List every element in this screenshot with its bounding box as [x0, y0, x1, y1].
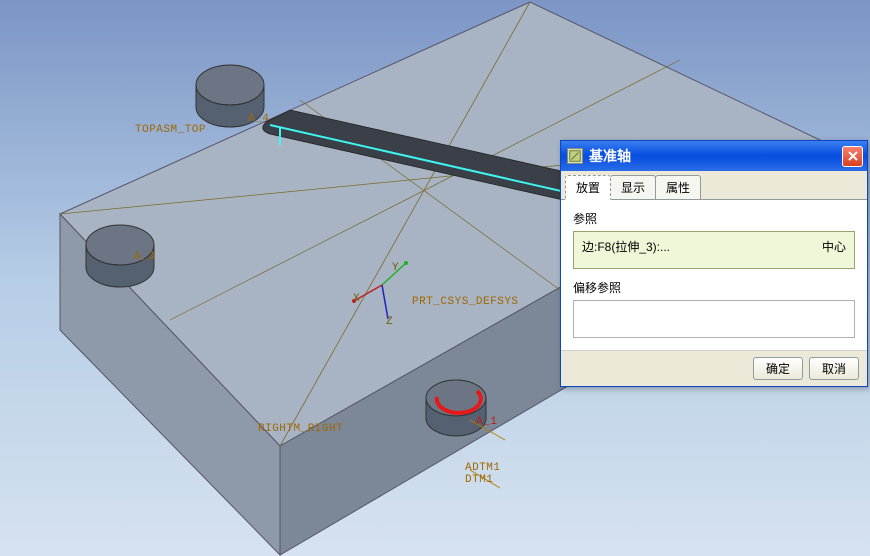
- axis-y-label: Y: [392, 262, 399, 274]
- axis-z-label: Z: [386, 316, 393, 328]
- reference-label: 参照: [573, 210, 855, 227]
- tab-display[interactable]: 显示: [610, 175, 656, 199]
- dialog-body: 参照 边:F8(拉伸_3):... 中心 偏移参照: [561, 200, 867, 350]
- close-icon: [847, 150, 859, 162]
- label-top: TOPASM_TOP: [135, 124, 206, 136]
- tab-place[interactable]: 放置: [565, 175, 611, 200]
- offset-label: 偏移参照: [573, 279, 855, 296]
- label-csys: PRT_CSYS_DEFSYS: [412, 296, 519, 308]
- reference-list[interactable]: 边:F8(拉伸_3):... 中心: [573, 231, 855, 269]
- cancel-button[interactable]: 取消: [809, 357, 859, 380]
- dialog-icon: [567, 148, 583, 164]
- ok-button[interactable]: 确定: [753, 357, 803, 380]
- label-a4: A_4: [248, 113, 269, 125]
- label-a3: A_3: [134, 251, 155, 263]
- reference-item-right: 中心: [822, 238, 846, 262]
- dialog-footer: 确定 取消: [561, 350, 867, 386]
- axis-x-label: X: [353, 293, 360, 305]
- reference-item-left: 边:F8(拉伸_3):...: [582, 238, 670, 262]
- close-button[interactable]: [842, 146, 863, 167]
- offset-list[interactable]: [573, 300, 855, 338]
- label-a1: A_1: [476, 416, 497, 428]
- tab-props[interactable]: 属性: [655, 175, 701, 199]
- dialog-tabs: 放置 显示 属性: [561, 171, 867, 200]
- dialog-titlebar[interactable]: 基准轴: [561, 141, 867, 171]
- label-right: RIGHTM_RIGHT: [258, 423, 343, 435]
- dialog-title: 基准轴: [589, 146, 842, 166]
- datum-axis-dialog: 基准轴 放置 显示 属性 参照 边:F8(拉伸_3):... 中心 偏移参照 确…: [560, 140, 868, 387]
- label-dtm1: ADTM1 DTM1: [465, 462, 501, 486]
